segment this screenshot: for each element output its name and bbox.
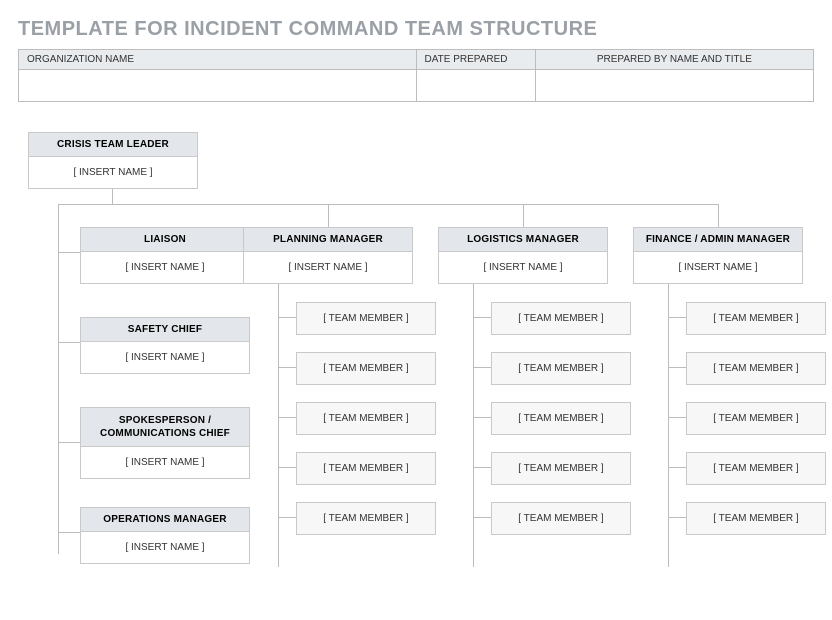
operations-manager-title: OPERATIONS MANAGER — [81, 508, 249, 532]
logistics-member-3[interactable]: [ TEAM MEMBER ] — [491, 402, 631, 435]
planning-member-4[interactable]: [ TEAM MEMBER ] — [296, 452, 436, 485]
finance-member-5[interactable]: [ TEAM MEMBER ] — [686, 502, 826, 535]
logistics-manager-name[interactable]: [ INSERT NAME ] — [439, 252, 607, 283]
finance-member-2[interactable]: [ TEAM MEMBER ] — [686, 352, 826, 385]
finance-member-3[interactable]: [ TEAM MEMBER ] — [686, 402, 826, 435]
logistics-member-5[interactable]: [ TEAM MEMBER ] — [491, 502, 631, 535]
finance-member-4[interactable]: [ TEAM MEMBER ] — [686, 452, 826, 485]
spokesperson-name[interactable]: [ INSERT NAME ] — [81, 447, 249, 478]
crisis-team-leader-title: CRISIS TEAM LEADER — [29, 133, 197, 157]
org-name-cell[interactable] — [19, 70, 417, 102]
prepared-by-header: PREPARED BY NAME AND TITLE — [535, 50, 813, 70]
logistics-manager-title: LOGISTICS MANAGER — [439, 228, 607, 252]
operations-manager-name[interactable]: [ INSERT NAME ] — [81, 532, 249, 563]
logistics-manager-box: LOGISTICS MANAGER [ INSERT NAME ] — [438, 227, 608, 284]
logistics-member-1[interactable]: [ TEAM MEMBER ] — [491, 302, 631, 335]
liaison-name[interactable]: [ INSERT NAME ] — [81, 252, 249, 283]
page-title: TEMPLATE FOR INCIDENT COMMAND TEAM STRUC… — [18, 18, 814, 41]
liaison-box: LIAISON [ INSERT NAME ] — [80, 227, 250, 284]
crisis-team-leader-name[interactable]: [ INSERT NAME ] — [29, 157, 197, 188]
planning-member-1[interactable]: [ TEAM MEMBER ] — [296, 302, 436, 335]
date-prepared-cell[interactable] — [416, 70, 535, 102]
logistics-member-2[interactable]: [ TEAM MEMBER ] — [491, 352, 631, 385]
crisis-team-leader-box: CRISIS TEAM LEADER [ INSERT NAME ] — [28, 132, 198, 189]
prepared-by-cell[interactable] — [535, 70, 813, 102]
planning-member-2[interactable]: [ TEAM MEMBER ] — [296, 352, 436, 385]
finance-admin-manager-name[interactable]: [ INSERT NAME ] — [634, 252, 802, 283]
finance-member-1[interactable]: [ TEAM MEMBER ] — [686, 302, 826, 335]
operations-manager-box: OPERATIONS MANAGER [ INSERT NAME ] — [80, 507, 250, 564]
logistics-member-4[interactable]: [ TEAM MEMBER ] — [491, 452, 631, 485]
spokesperson-title: SPOKESPERSON / COMMUNICATIONS CHIEF — [81, 408, 249, 447]
safety-chief-title: SAFETY CHIEF — [81, 318, 249, 342]
liaison-title: LIAISON — [81, 228, 249, 252]
spokesperson-box: SPOKESPERSON / COMMUNICATIONS CHIEF [ IN… — [80, 407, 250, 479]
org-chart: CRISIS TEAM LEADER [ INSERT NAME ] LIAIS… — [18, 132, 813, 602]
date-prepared-header: DATE PREPARED — [416, 50, 535, 70]
planning-manager-title: PLANNING MANAGER — [244, 228, 412, 252]
planning-member-3[interactable]: [ TEAM MEMBER ] — [296, 402, 436, 435]
finance-admin-manager-box: FINANCE / ADMIN MANAGER [ INSERT NAME ] — [633, 227, 803, 284]
planning-manager-name[interactable]: [ INSERT NAME ] — [244, 252, 412, 283]
planning-manager-box: PLANNING MANAGER [ INSERT NAME ] — [243, 227, 413, 284]
finance-admin-manager-title: FINANCE / ADMIN MANAGER — [634, 228, 802, 252]
org-name-header: ORGANIZATION NAME — [19, 50, 417, 70]
safety-chief-name[interactable]: [ INSERT NAME ] — [81, 342, 249, 373]
info-table: ORGANIZATION NAME DATE PREPARED PREPARED… — [18, 49, 814, 102]
planning-member-5[interactable]: [ TEAM MEMBER ] — [296, 502, 436, 535]
safety-chief-box: SAFETY CHIEF [ INSERT NAME ] — [80, 317, 250, 374]
